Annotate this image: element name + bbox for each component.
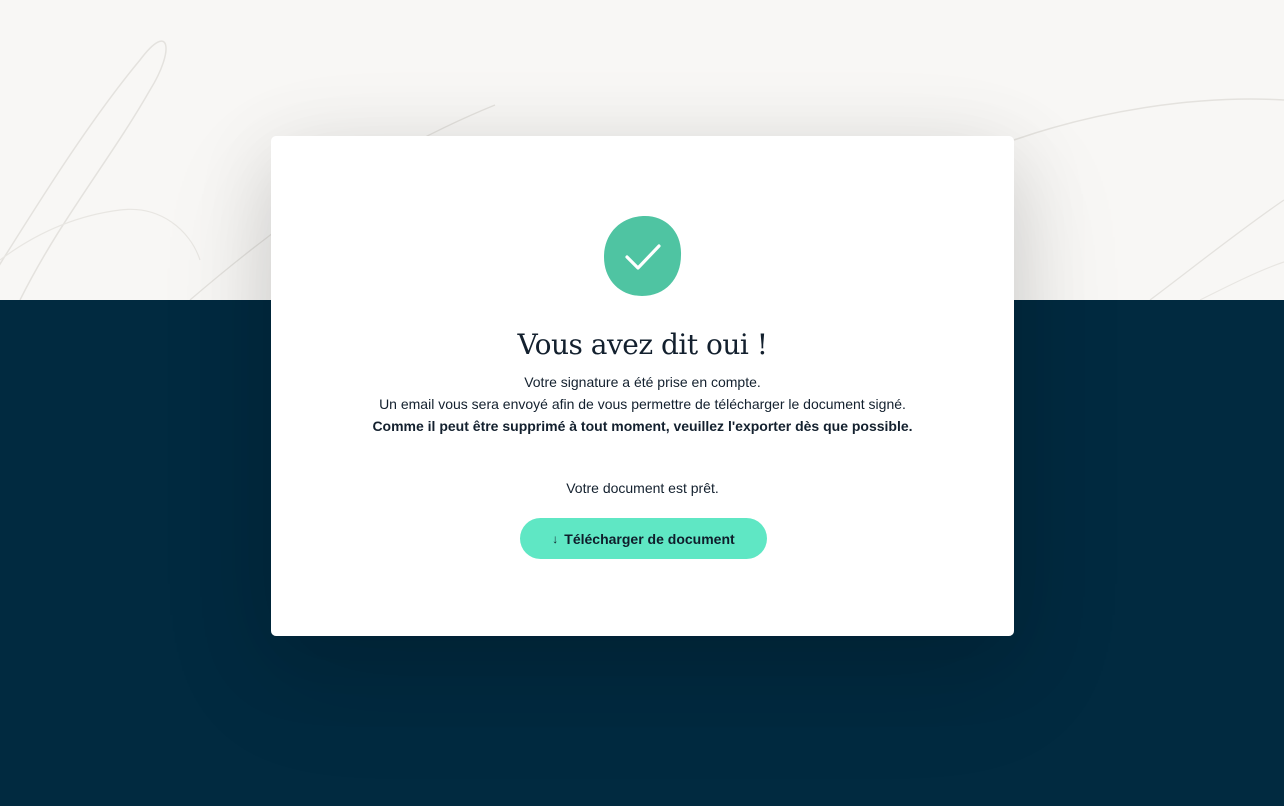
download-arrow-icon: ↓ [552, 531, 559, 546]
download-document-button[interactable]: ↓ Télécharger de document [520, 518, 767, 559]
page: Vous avez dit oui ! Votre signature a ét… [0, 0, 1284, 806]
download-button-label: Télécharger de document [564, 530, 735, 547]
check-circle-icon [604, 215, 682, 296]
document-ready-text: Votre document est prêt. [566, 480, 719, 496]
email-notice: Un email vous sera envoyé afin de vous p… [379, 396, 906, 412]
export-warning: Comme il peut être supprimé à tout momen… [372, 418, 913, 434]
success-modal: Vous avez dit oui ! Votre signature a ét… [271, 136, 1014, 636]
modal-title: Vous avez dit oui ! [517, 328, 768, 361]
confirmation-message: Votre signature a été prise en compte. [524, 374, 761, 390]
